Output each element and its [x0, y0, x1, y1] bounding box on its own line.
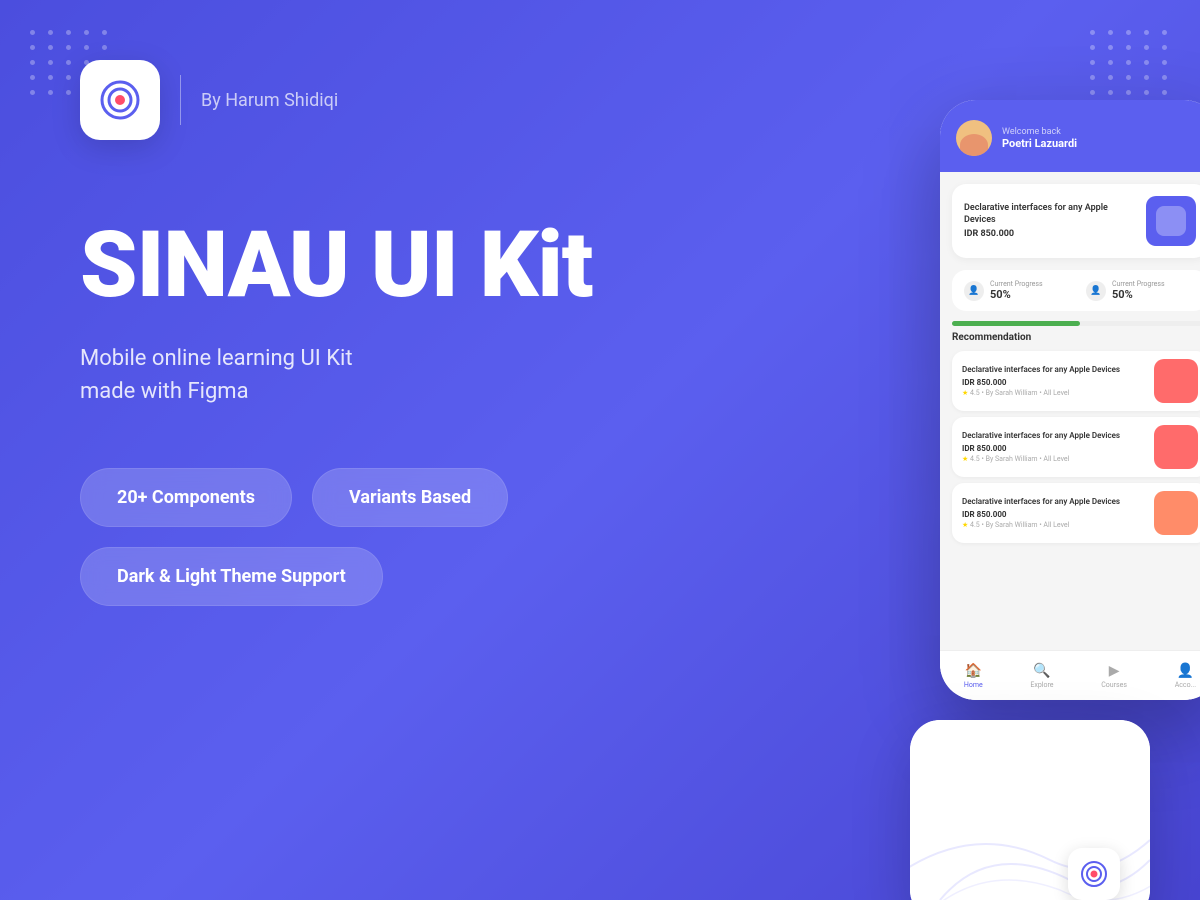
course-title: Declarative interfaces for any Apple Dev…	[964, 203, 1136, 226]
rec-info-2: Declarative interfaces for any Apple Dev…	[962, 431, 1146, 462]
left-content: By Harum Shidiqi SINAU UI Kit Mobile onl…	[0, 0, 680, 900]
rec-meta-2: ★ 4.5 • By Sarah William • All Level	[962, 455, 1146, 463]
progress-item-1: 👤 Current Progress 50%	[964, 280, 1074, 301]
app-logo	[80, 60, 160, 140]
badge-variants: Variants Based	[312, 468, 508, 527]
phone2-logo	[1068, 848, 1120, 900]
rec-thumbnail-3	[1154, 491, 1198, 535]
nav-home[interactable]: 🏠 Home	[964, 663, 983, 689]
progress-bar-fill	[952, 321, 1080, 326]
progress-icon-2: 👤	[1086, 281, 1106, 301]
recommendation-section: Recommendation Declarative interfaces fo…	[940, 332, 1200, 543]
badge-theme: Dark & Light Theme Support	[80, 547, 383, 606]
rec-thumbnail-2	[1154, 425, 1198, 469]
rec-meta-1: ★ 4.5 • By Sarah William • All Level	[962, 389, 1146, 397]
progress-icon-1: 👤	[964, 281, 984, 301]
progress-bar-container	[952, 321, 1200, 326]
rec-info-1: Declarative interfaces for any Apple Dev…	[962, 365, 1146, 396]
bottom-nav: 🏠 Home 🔍 Explore ▶ Courses 👤 Acco...	[940, 650, 1200, 700]
author-label: By Harum Shidiqi	[201, 90, 338, 111]
welcome-text: Welcome back Poetri Lazuardi	[1002, 127, 1200, 150]
logo-divider	[180, 75, 181, 125]
progress-data-2: Current Progress 50%	[1112, 280, 1165, 301]
nav-explore[interactable]: 🔍 Explore	[1030, 663, 1053, 689]
phone-mockup-main: Welcome back Poetri Lazuardi Declarative…	[940, 100, 1200, 700]
progress-data-1: Current Progress 50%	[990, 280, 1043, 301]
nav-courses[interactable]: ▶ Courses	[1101, 663, 1127, 689]
phone-header: Welcome back Poetri Lazuardi	[940, 100, 1200, 172]
page-title: SINAU UI Kit	[80, 220, 620, 312]
progress-section: 👤 Current Progress 50% 👤 Current Progres…	[952, 270, 1200, 311]
course-price: IDR 850.000	[964, 229, 1136, 239]
welcome-label: Welcome back	[1002, 127, 1200, 137]
badges-row-2: Dark & Light Theme Support	[80, 547, 620, 606]
course-info: Declarative interfaces for any Apple Dev…	[964, 203, 1136, 239]
course-thumbnail	[1146, 196, 1196, 246]
avatar	[956, 120, 992, 156]
logo-area: By Harum Shidiqi	[80, 60, 620, 140]
nav-account[interactable]: 👤 Acco...	[1175, 663, 1196, 689]
rec-card-3[interactable]: Declarative interfaces for any Apple Dev…	[952, 483, 1200, 543]
rec-card-2[interactable]: Declarative interfaces for any Apple Dev…	[952, 417, 1200, 477]
badges-row-1: 20+ Components Variants Based	[80, 468, 620, 527]
rec-thumbnail-1	[1154, 359, 1198, 403]
page-subtitle: Mobile online learning UI Kit made with …	[80, 342, 620, 408]
rec-card-1[interactable]: Declarative interfaces for any Apple Dev…	[952, 351, 1200, 411]
progress-item-2: 👤 Current Progress 50%	[1086, 280, 1196, 301]
recommendation-title: Recommendation	[952, 332, 1200, 343]
rec-meta-3: ★ 4.5 • By Sarah William • All Level	[962, 521, 1146, 529]
badge-components: 20+ Components	[80, 468, 292, 527]
welcome-name: Poetri Lazuardi	[1002, 137, 1200, 150]
right-content: Welcome back Poetri Lazuardi Declarative…	[620, 0, 1200, 900]
phone-screen: Welcome back Poetri Lazuardi Declarative…	[940, 100, 1200, 700]
featured-course-card[interactable]: Declarative interfaces for any Apple Dev…	[952, 184, 1200, 258]
rec-info-3: Declarative interfaces for any Apple Dev…	[962, 497, 1146, 528]
phone-mockup-secondary	[910, 720, 1150, 900]
